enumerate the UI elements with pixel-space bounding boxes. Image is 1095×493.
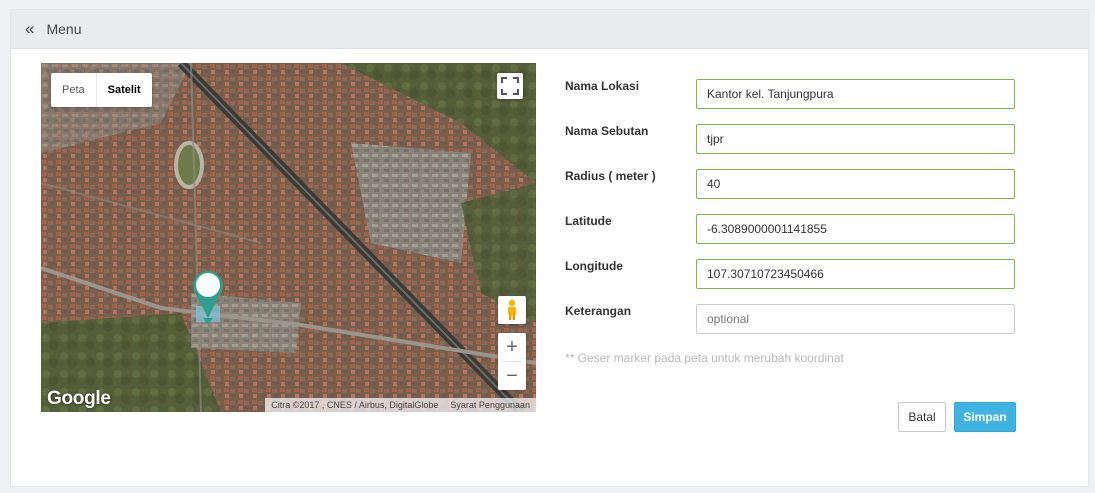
label-nama-lokasi: Nama Lokasi xyxy=(565,79,640,93)
google-logo: Google xyxy=(47,388,111,409)
terms-link[interactable]: Syarat Penggunaan xyxy=(450,400,530,410)
label-radius: Radius ( meter ) xyxy=(565,169,656,183)
map-marker-icon xyxy=(193,270,223,325)
double-chevron-left-icon: « xyxy=(25,18,35,38)
row-nama-sebutan: Nama Sebutan xyxy=(565,124,1015,154)
menu-toggle-button[interactable]: « Menu xyxy=(25,18,82,38)
row-nama-lokasi: Nama Lokasi xyxy=(565,79,1015,109)
label-nama-sebutan: Nama Sebutan xyxy=(565,124,649,138)
row-latitude: Latitude xyxy=(565,214,1015,244)
label-longitude: Longitude xyxy=(565,259,623,273)
row-radius: Radius ( meter ) xyxy=(565,169,1015,199)
label-latitude: Latitude xyxy=(565,214,612,228)
map-type-satelit[interactable]: Satelit xyxy=(95,73,152,107)
panel-header: « Menu xyxy=(11,10,1088,49)
satellite-imagery xyxy=(41,63,536,412)
location-marker[interactable] xyxy=(193,268,229,333)
marker-hint-text: ** Geser marker pada peta untuk merubah … xyxy=(565,351,844,365)
fullscreen-button[interactable] xyxy=(497,73,523,99)
map-type-peta[interactable]: Peta xyxy=(51,73,96,107)
fullscreen-icon xyxy=(501,77,519,95)
input-keterangan[interactable] xyxy=(696,304,1015,334)
input-nama-sebutan[interactable] xyxy=(696,124,1015,154)
zoom-control: + − xyxy=(498,333,526,390)
save-button[interactable]: Simpan xyxy=(954,402,1016,432)
zoom-out-button[interactable]: − xyxy=(498,362,526,390)
input-longitude[interactable] xyxy=(696,259,1015,289)
input-latitude[interactable] xyxy=(696,214,1015,244)
attribution-text: Citra ©2017 , CNES / Airbus, DigitalGlob… xyxy=(271,400,439,410)
map-type-control: Peta Satelit xyxy=(51,73,152,107)
input-radius[interactable] xyxy=(696,169,1015,199)
input-nama-lokasi[interactable] xyxy=(696,79,1015,109)
zoom-in-button[interactable]: + xyxy=(498,333,526,361)
location-form-panel: « Menu Peta Satelit + − Google Citra ©20… xyxy=(10,9,1089,487)
row-keterangan: Keterangan xyxy=(565,304,1015,334)
map-attribution: Citra ©2017 , CNES / Airbus, DigitalGlob… xyxy=(265,398,536,412)
pegman-icon xyxy=(508,299,516,320)
street-view-pegman[interactable] xyxy=(498,296,526,324)
menu-label: Menu xyxy=(46,21,82,37)
label-keterangan: Keterangan xyxy=(565,304,632,318)
cancel-button[interactable]: Batal xyxy=(898,402,946,432)
satellite-map[interactable]: Peta Satelit + − Google Citra ©2017 , CN… xyxy=(41,63,536,412)
row-longitude: Longitude xyxy=(565,259,1015,289)
